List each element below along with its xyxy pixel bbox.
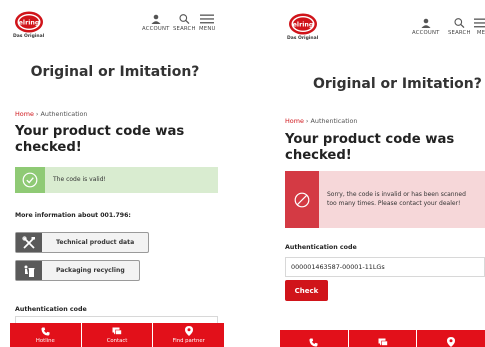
logo-text: elring — [19, 19, 40, 26]
user-icon — [421, 18, 431, 28]
packaging-recycling-label: Packaging recycling — [56, 267, 125, 274]
technical-data-button[interactable]: Technical product data — [15, 232, 150, 253]
account-button[interactable]: ACCOUNT — [142, 14, 170, 32]
breadcrumb-current: Authentication — [40, 110, 88, 118]
search-icon — [454, 18, 465, 28]
chat-icon — [378, 338, 388, 346]
tools-icon — [16, 233, 42, 252]
breadcrumb: Home › Authentication — [285, 117, 357, 125]
contact-button[interactable]: Contact — [82, 323, 154, 347]
find-partner-label: Find partner — [172, 338, 205, 344]
breadcrumb-home-link[interactable]: Home — [15, 110, 34, 118]
find-partner-button[interactable] — [417, 330, 485, 347]
result-heading: Your product code was checked! — [15, 124, 185, 155]
find-partner-button[interactable]: Find partner — [153, 323, 224, 347]
forbidden-icon — [285, 171, 319, 228]
alert-message: The code is valid! — [53, 175, 106, 183]
check-button[interactable]: Check — [285, 280, 328, 301]
search-label: SEARCH — [173, 26, 196, 32]
elring-logo-icon[interactable]: elring — [14, 10, 44, 34]
map-pin-icon — [447, 337, 456, 347]
account-label: ACCOUNT — [412, 30, 440, 36]
hotline-label: Hotline — [35, 337, 55, 344]
logo-subtitle: Das Original — [287, 36, 319, 41]
menu-label: ME — [476, 30, 485, 36]
header: elring Das Original ACCOUNT SEARCH ME — [270, 4, 485, 50]
breadcrumb-home-link[interactable]: Home — [285, 117, 304, 125]
header: elring Das Original ACCOUNT SEARCH MENU — [0, 0, 230, 46]
phone-icon — [41, 326, 50, 336]
more-info-label: More information about 001.796: — [15, 212, 131, 219]
search-button[interactable]: SEARCH — [173, 14, 196, 32]
chat-icon — [112, 327, 122, 335]
map-pin-icon — [184, 326, 193, 336]
breadcrumb: Home › Authentication — [15, 110, 87, 118]
footer-bar: Hotline Contact Find partner — [10, 323, 224, 347]
technical-data-label: Technical product data — [56, 239, 135, 246]
logo-text: elring — [293, 21, 314, 28]
check-circle-icon — [15, 167, 45, 193]
auth-code-input[interactable]: 000001463587-00001-11LGs — [285, 257, 485, 277]
page-title: Original or Imitation? — [313, 76, 482, 92]
menu-button[interactable]: MENU — [199, 14, 216, 32]
auth-code-label: Authentication code — [15, 306, 87, 313]
search-button[interactable]: SEARCH — [448, 18, 471, 36]
hotline-button[interactable] — [280, 330, 349, 347]
logo-subtitle: Das Original — [13, 34, 45, 39]
footer-bar — [280, 330, 485, 347]
hamburger-icon — [200, 14, 215, 24]
auth-code-label: Authentication code — [285, 244, 357, 251]
valid-alert: The code is valid! — [15, 167, 218, 193]
hotline-button[interactable]: Hotline — [10, 323, 82, 347]
account-label: ACCOUNT — [142, 26, 170, 32]
search-label: SEARCH — [448, 30, 471, 36]
contact-button[interactable] — [349, 330, 418, 347]
hamburger-icon — [474, 18, 485, 28]
elring-logo-icon[interactable]: elring — [288, 12, 318, 36]
result-heading: Your product code was checked! — [285, 132, 455, 163]
user-icon — [151, 14, 161, 24]
breadcrumb-current: Authentication — [310, 117, 358, 125]
search-icon — [179, 14, 190, 24]
breadcrumb-separator: › — [35, 110, 39, 118]
page-title: Original or Imitation? — [30, 64, 200, 80]
account-button[interactable]: ACCOUNT — [412, 18, 440, 36]
contact-label: Contact — [106, 337, 128, 344]
recycling-bin-icon — [16, 261, 42, 280]
packaging-recycling-button[interactable]: Packaging recycling — [15, 260, 140, 281]
menu-label: MENU — [199, 26, 216, 32]
invalid-alert: Sorry, the code is invalid or has been s… — [285, 171, 485, 228]
phone-icon — [309, 337, 318, 347]
menu-button[interactable]: ME — [474, 18, 485, 36]
alert-message: Sorry, the code is invalid or has been s… — [327, 190, 466, 207]
breadcrumb-separator: › — [305, 117, 309, 125]
left-screen: elring Das Original ACCOUNT SEARCH MENU — [0, 0, 230, 347]
right-screen: elring Das Original ACCOUNT SEARCH ME Or… — [270, 4, 485, 347]
